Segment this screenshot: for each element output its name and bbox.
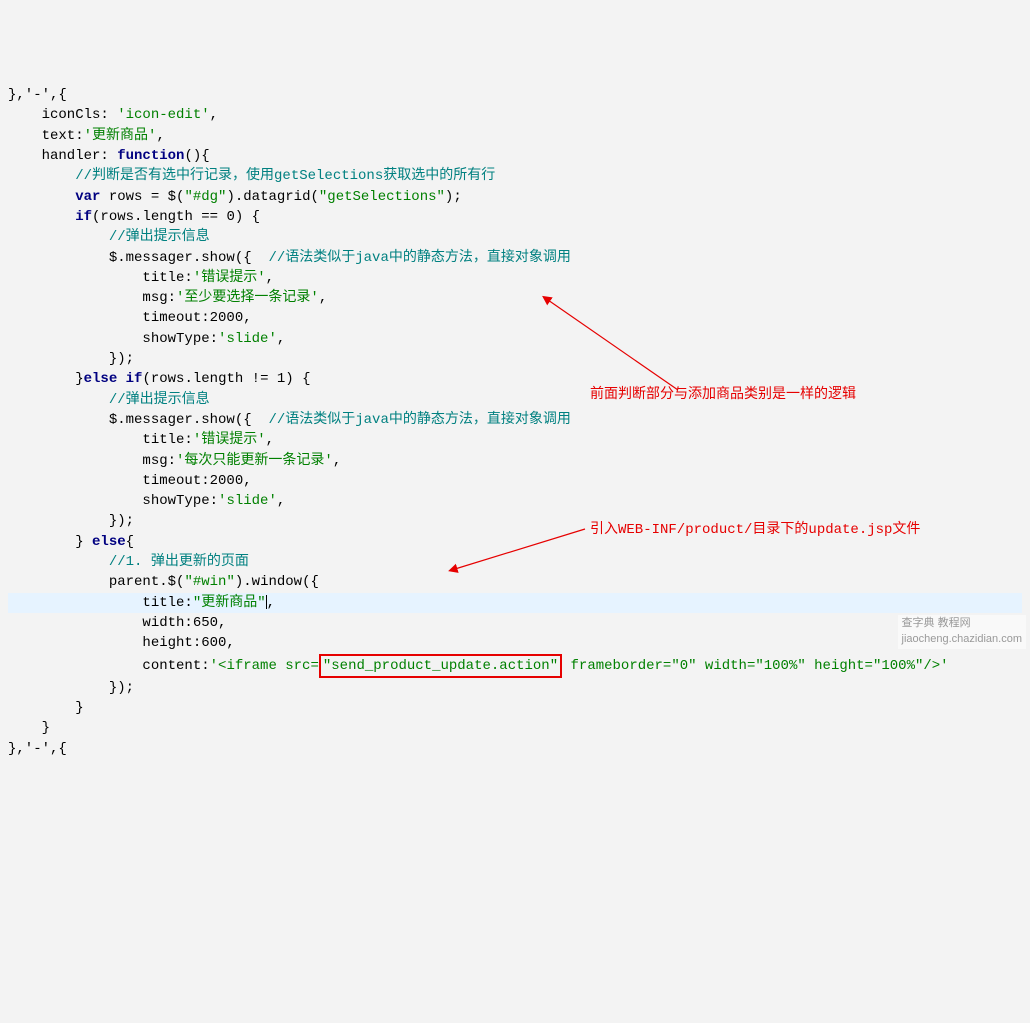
code-line: $.messager.show({ //语法类似于java中的静态方法，直接对象… — [8, 412, 571, 428]
code-line: var rows = $("#dg").datagrid("getSelecti… — [8, 189, 462, 205]
code-line: showType:'slide', — [8, 493, 285, 509]
code-line: }else if(rows.length != 1) { — [8, 371, 310, 387]
code-comment: //弹出提示信息 — [8, 392, 210, 408]
code-line: title:'错误提示', — [8, 432, 274, 448]
code-line: if(rows.length == 0) { — [8, 209, 260, 225]
code-block: },'-',{ iconCls: 'icon-edit', text:'更新商品… — [8, 85, 1022, 759]
code-comment: //弹出提示信息 — [8, 229, 210, 245]
code-line: parent.$("#win").window({ — [8, 574, 319, 590]
code-line-highlighted: title:"更新商品", — [8, 593, 1022, 613]
annotation-text: 引入WEB-INF/product/目录下的update.jsp文件 — [590, 520, 920, 540]
code-line: title:'错误提示', — [8, 270, 274, 286]
code-line: text:'更新商品', — [8, 128, 165, 144]
code-comment: //判断是否有选中行记录，使用getSelections获取选中的所有行 — [8, 168, 495, 184]
code-line: } — [8, 720, 50, 736]
code-line: $.messager.show({ //语法类似于java中的静态方法，直接对象… — [8, 250, 571, 266]
code-line: },'-',{ — [8, 741, 67, 757]
code-line: timeout:2000, — [8, 473, 252, 489]
watermark: 查字典 教程网 jiaocheng.chazidian.com — [898, 615, 1026, 649]
code-line: handler: function(){ — [8, 148, 210, 164]
code-line: } — [8, 700, 84, 716]
highlighted-action-box: "send_product_update.action" — [319, 654, 562, 678]
code-line: }); — [8, 513, 134, 529]
code-line: timeout:2000, — [8, 310, 252, 326]
code-line: }); — [8, 680, 134, 696]
code-line: width:650, — [8, 615, 226, 631]
code-line: },'-',{ — [8, 87, 67, 103]
code-line: }); — [8, 351, 134, 367]
code-line: msg:'至少要选择一条记录', — [8, 290, 327, 306]
code-line: content:'<iframe src="send_product_updat… — [8, 658, 949, 674]
code-line: msg:'每次只能更新一条记录', — [8, 453, 341, 469]
code-line: showType:'slide', — [8, 331, 285, 347]
code-line: iconCls: 'icon-edit', — [8, 107, 218, 123]
code-line: } else{ — [8, 534, 134, 550]
code-line: height:600, — [8, 635, 235, 651]
code-comment: //1. 弹出更新的页面 — [8, 554, 249, 570]
annotation-text: 前面判断部分与添加商品类别是一样的逻辑 — [590, 385, 856, 405]
